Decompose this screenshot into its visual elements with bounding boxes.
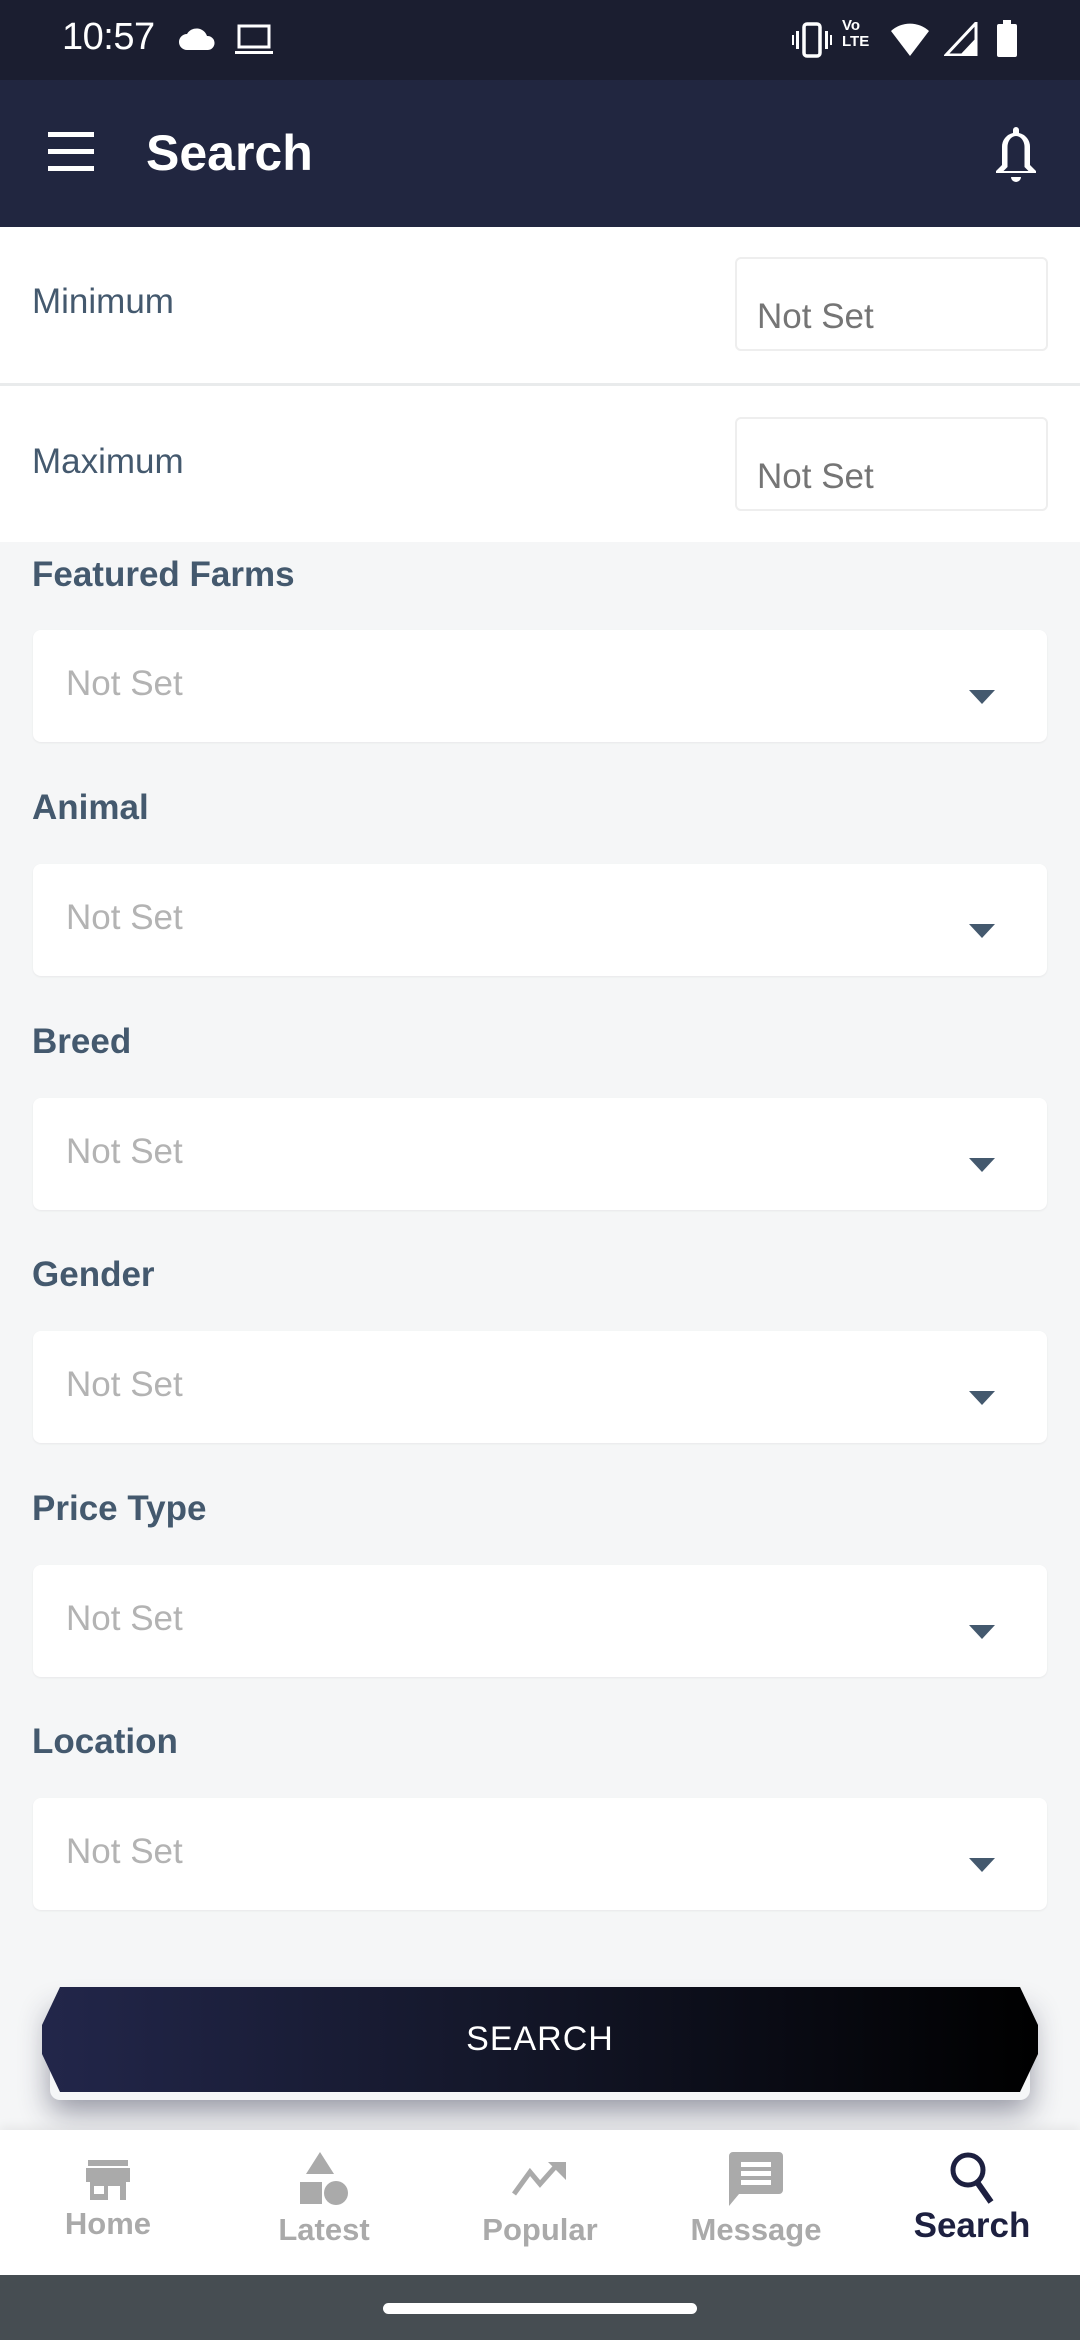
maximum-label: Maximum <box>32 442 184 481</box>
bell-icon[interactable] <box>990 124 1042 186</box>
vibrate-icon <box>792 22 832 63</box>
system-nav-bar <box>0 2275 1080 2340</box>
caret-down-icon <box>969 1625 995 1639</box>
store-icon <box>86 2160 130 2205</box>
wifi-icon <box>890 22 930 63</box>
trending-up-icon <box>511 2162 568 2201</box>
volte-text-top: Vo <box>842 17 861 34</box>
featured-farms-dropdown[interactable]: Not Set <box>33 630 1047 742</box>
dropdown-value: Not Set <box>66 898 183 937</box>
status-time: 10:57 <box>62 16 155 58</box>
shapes-icon <box>298 2152 350 2211</box>
divider <box>0 383 1080 386</box>
dropdown-value: Not Set <box>66 1599 183 1638</box>
nav-label-message: Message <box>690 2212 822 2247</box>
nav-item-home[interactable]: Home <box>0 2130 216 2275</box>
app-bar: Search <box>0 80 1080 227</box>
message-icon <box>729 2152 783 2211</box>
signal-icon <box>942 19 978 61</box>
page-title: Search <box>146 125 313 181</box>
nav-item-latest[interactable]: Latest <box>216 2130 432 2275</box>
nav-item-popular[interactable]: Popular <box>432 2130 648 2275</box>
nav-label-search: Search <box>913 2206 1031 2245</box>
gender-dropdown[interactable]: Not Set <box>33 1331 1047 1443</box>
caret-down-icon <box>969 690 995 704</box>
dropdown-value: Not Set <box>66 664 183 703</box>
volte-text-bottom: LTE <box>842 33 870 50</box>
location-dropdown[interactable]: Not Set <box>33 1798 1047 1910</box>
caret-down-icon <box>969 924 995 938</box>
hamburger-menu-icon[interactable] <box>46 132 98 172</box>
gender-label: Gender <box>32 1255 155 1294</box>
caret-down-icon <box>969 1391 995 1405</box>
price-range-section: Minimum Maximum <box>0 227 1080 542</box>
dropdown-value: Not Set <box>66 1365 183 1404</box>
volte-icon: Vo LTE <box>842 18 869 50</box>
nav-item-message[interactable]: Message <box>648 2130 864 2275</box>
cloud-icon <box>178 26 216 57</box>
location-label: Location <box>32 1722 178 1761</box>
laptop-icon <box>234 24 274 61</box>
minimum-input[interactable] <box>735 257 1048 351</box>
animal-label: Animal <box>32 788 149 827</box>
dropdown-value: Not Set <box>66 1832 183 1871</box>
maximum-row: Maximum <box>0 387 1080 544</box>
price-type-label: Price Type <box>32 1489 207 1528</box>
battery-icon <box>996 20 1018 63</box>
nav-label-home: Home <box>64 2206 152 2241</box>
caret-down-icon <box>969 1858 995 1872</box>
breed-dropdown[interactable]: Not Set <box>33 1098 1047 1210</box>
nav-label-latest: Latest <box>278 2212 370 2247</box>
minimum-label: Minimum <box>32 282 174 321</box>
status-bar: 10:57 Vo LTE <box>0 0 1080 80</box>
minimum-row: Minimum <box>0 227 1080 384</box>
animal-dropdown[interactable]: Not Set <box>33 864 1047 976</box>
bottom-nav: Home Latest Popular Message Search <box>0 2130 1080 2275</box>
search-button[interactable]: SEARCH <box>42 1987 1038 2092</box>
featured-farms-label: Featured Farms <box>32 555 295 594</box>
home-gesture-handle[interactable] <box>383 2303 697 2314</box>
maximum-input[interactable] <box>735 417 1048 511</box>
nav-label-popular: Popular <box>482 2212 598 2247</box>
caret-down-icon <box>969 1158 995 1172</box>
dropdown-value: Not Set <box>66 1132 183 1171</box>
search-icon <box>948 2152 996 2209</box>
price-type-dropdown[interactable]: Not Set <box>33 1565 1047 1677</box>
breed-label: Breed <box>32 1022 132 1061</box>
nav-item-search[interactable]: Search <box>864 2130 1080 2275</box>
